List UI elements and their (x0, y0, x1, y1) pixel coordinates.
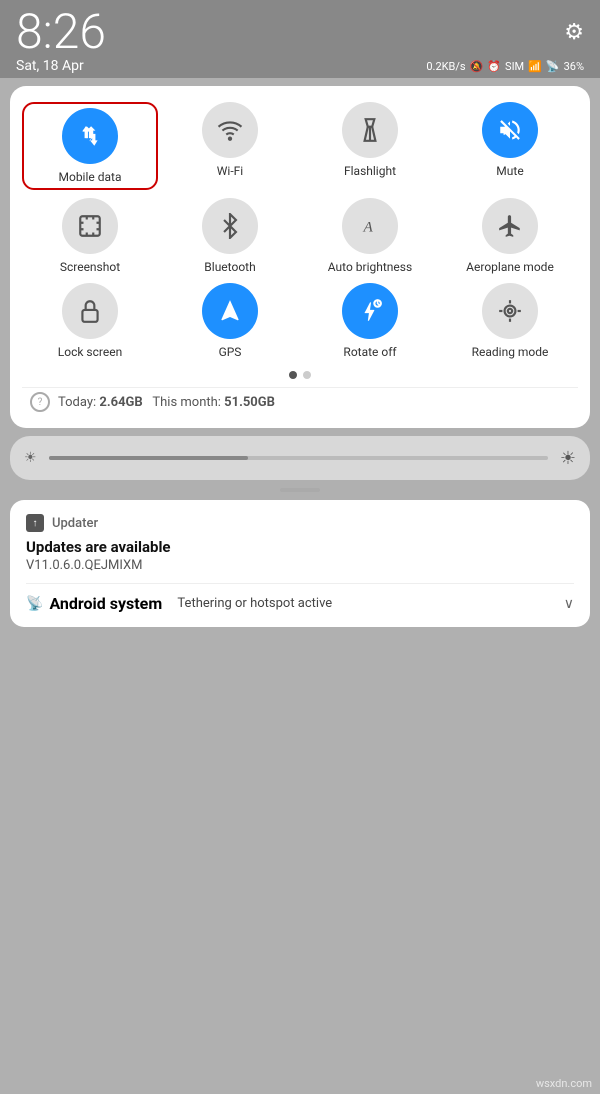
time-display: 8:26 (16, 8, 106, 56)
brightness-low-icon: ☀ (24, 450, 37, 466)
watermark: wsxdn.com (536, 1077, 592, 1090)
gps-icon (202, 283, 258, 339)
battery-display: 36% (564, 60, 584, 73)
bluetooth-icon (202, 198, 258, 254)
notif-footer-text (168, 596, 171, 611)
settings-icon[interactable]: ⚙ (564, 20, 584, 45)
brightness-bar[interactable]: ☀ ☀ (10, 436, 590, 480)
mobile-data-icon (62, 108, 118, 164)
tile-mute[interactable]: Mute (442, 102, 578, 190)
auto-brightness-label: Auto brightness (328, 260, 412, 274)
rotate-off-label: Rotate off (343, 345, 396, 359)
pagination-dots (22, 371, 578, 379)
wifi-icon (202, 102, 258, 158)
aeroplane-label: Aeroplane mode (466, 260, 554, 274)
wifi-label: Wi-Fi (217, 164, 243, 178)
mute-status-icon: 🔕 (470, 60, 484, 73)
mobile-data-label: Mobile data (59, 170, 122, 184)
wifi-status-icon: 📡 (546, 60, 560, 73)
svg-text:A: A (363, 219, 374, 236)
gps-label: GPS (219, 345, 242, 359)
auto-brightness-icon: A (342, 198, 398, 254)
notif-app-name: Updater (52, 516, 98, 531)
tile-wifi[interactable]: Wi-Fi (162, 102, 298, 190)
tiles-grid: Mobile data Wi-Fi Flashlight Mute (22, 102, 578, 359)
notif-header: ↑ Updater (26, 514, 574, 532)
notif-title: Updates are available (26, 538, 574, 556)
notif-footer: 📡 Android system Tethering or hotspot ac… (26, 594, 574, 613)
bluetooth-label: Bluetooth (204, 260, 255, 274)
pagination-dot-1 (289, 371, 297, 379)
notif-body: V11.0.6.0.QEJMIXM (26, 558, 574, 573)
alarm-icon: ⏰ (487, 60, 501, 73)
tile-reading-mode[interactable]: Reading mode (442, 283, 578, 359)
tile-gps[interactable]: GPS (162, 283, 298, 359)
reading-mode-icon (482, 283, 538, 339)
date-display: Sat, 18 Apr (16, 58, 84, 74)
tile-flashlight[interactable]: Flashlight (302, 102, 438, 190)
tile-mobile-data[interactable]: Mobile data (22, 102, 158, 190)
lock-screen-label: Lock screen (58, 345, 122, 359)
rotate-off-icon (342, 283, 398, 339)
sim-icon: SIM (505, 60, 524, 73)
scroll-handle (280, 488, 320, 492)
flashlight-label: Flashlight (344, 164, 396, 178)
notif-divider (26, 583, 574, 584)
status-bar: 8:26 ⚙ Sat, 18 Apr 0.2KB/s 🔕 ⏰ SIM 📶 📡 3… (0, 0, 600, 78)
data-usage-text: Today: 2.64GB This month: 51.50GB (58, 395, 275, 410)
updater-app-icon: ↑ (26, 514, 44, 532)
mute-icon (482, 102, 538, 158)
pagination-dot-2 (303, 371, 311, 379)
network-speed: 0.2KB/s (426, 60, 465, 73)
screenshot-icon (62, 198, 118, 254)
tile-bluetooth[interactable]: Bluetooth (162, 198, 298, 274)
tile-rotate-off[interactable]: Rotate off (302, 283, 438, 359)
notif-footer-detail: Tethering or hotspot active (177, 596, 332, 611)
aeroplane-icon (482, 198, 538, 254)
flashlight-icon (342, 102, 398, 158)
notif-wifi-icon: 📡 (26, 596, 43, 612)
tile-auto-brightness[interactable]: A Auto brightness (302, 198, 438, 274)
brightness-slider-track[interactable] (49, 456, 548, 460)
lock-screen-icon (62, 283, 118, 339)
data-usage-help-icon: ? (30, 392, 50, 412)
notification-card[interactable]: ↑ Updater Updates are available V11.0.6.… (10, 500, 590, 627)
tile-aeroplane[interactable]: Aeroplane mode (442, 198, 578, 274)
notif-chevron-icon[interactable]: ∨ (564, 596, 574, 612)
brightness-slider-fill (49, 456, 249, 460)
tile-lock-screen[interactable]: Lock screen (22, 283, 158, 359)
brightness-high-icon: ☀ (560, 448, 576, 469)
data-usage-row: ? Today: 2.64GB This month: 51.50GB (22, 387, 578, 416)
notif-footer-app: Android system (49, 594, 162, 613)
quick-settings-panel: Mobile data Wi-Fi Flashlight Mute (10, 86, 590, 428)
reading-mode-label: Reading mode (472, 345, 549, 359)
screenshot-label: Screenshot (60, 260, 120, 274)
tile-screenshot[interactable]: Screenshot (22, 198, 158, 274)
status-icons-group: 0.2KB/s 🔕 ⏰ SIM 📶 📡 36% (426, 60, 584, 73)
signal-icon: 📶 (528, 60, 542, 73)
mute-label: Mute (496, 164, 523, 178)
